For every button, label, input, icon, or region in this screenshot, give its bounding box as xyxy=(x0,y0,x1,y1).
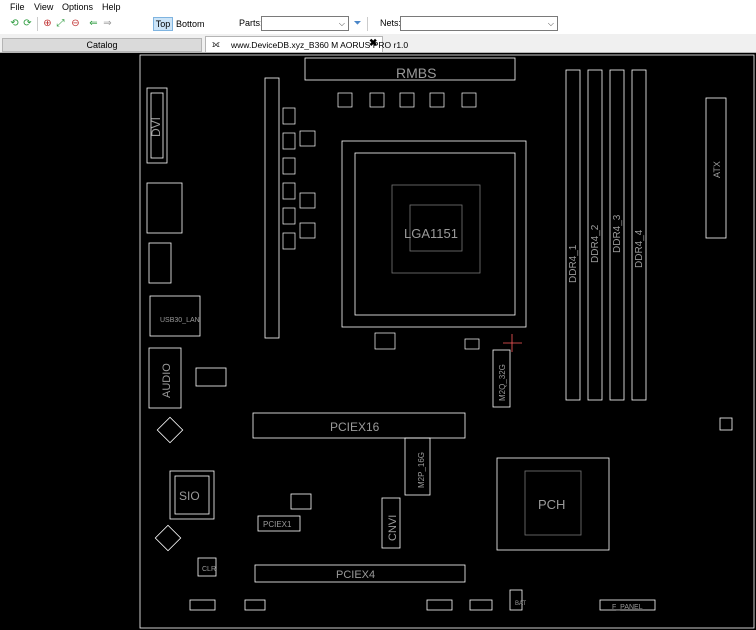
close-icon[interactable]: ✖ xyxy=(369,38,377,49)
toolbar-divider xyxy=(367,17,368,31)
top-layer-button[interactable]: Top xyxy=(153,17,173,31)
label-ddr3: DDR4_3 xyxy=(612,214,623,253)
label-m2p: M2P_16G xyxy=(417,452,426,488)
ddr-slot-1 xyxy=(565,69,581,401)
label-ddr4: DDR4_4 xyxy=(634,229,645,268)
back-arrow-icon[interactable]: ⇐ xyxy=(88,18,99,29)
label-audio: AUDIO xyxy=(161,363,173,398)
label-cnvi: CNVI xyxy=(387,515,399,541)
vrm-components xyxy=(282,92,480,350)
header xyxy=(189,599,216,611)
component xyxy=(290,493,312,510)
label-ddr2: DDR4_2 xyxy=(590,224,601,263)
label-atx: ATX xyxy=(712,161,722,178)
label-ddr1: DDR4_1 xyxy=(568,244,579,283)
rotate-left-icon[interactable]: ⟲ xyxy=(9,18,20,29)
vrm-box xyxy=(299,192,316,209)
component xyxy=(195,367,227,387)
label-lga: LGA1151 xyxy=(404,226,458,241)
label-f-panel: F_PANEL xyxy=(612,604,643,611)
component xyxy=(719,417,733,431)
tab-board-title: www.DeviceDB.xyz_B360 M AORUS PRO r1.0 xyxy=(231,40,409,50)
usb-lan-port xyxy=(149,295,201,337)
parts-label: Parts: xyxy=(239,18,263,28)
vrm-box xyxy=(282,207,296,225)
parts-combobox[interactable]: ⌵ xyxy=(261,16,349,31)
vrm-box xyxy=(464,338,480,350)
nets-combobox[interactable]: ⌵ xyxy=(400,16,558,31)
header xyxy=(426,599,453,611)
label-dvi: DVI xyxy=(149,117,163,137)
label-pch: PCH xyxy=(538,497,565,512)
vrm-box xyxy=(299,130,316,147)
toolbar: ⟲ ⟳ ⊕ ⤢ ⊖ ⇐ ⇒ Top Bottom Parts: ⌵ ⏷ Nets… xyxy=(0,14,756,34)
video-port xyxy=(146,182,183,234)
vrm-strip-left xyxy=(264,77,280,339)
pin-icon[interactable]: ⟗ xyxy=(212,39,220,50)
filter-icon[interactable]: ⏷ xyxy=(352,18,363,29)
menu-help[interactable]: Help xyxy=(102,2,121,12)
header xyxy=(509,589,523,611)
menu-bar: File View Options Help xyxy=(0,0,756,14)
vrm-box xyxy=(399,92,415,108)
forward-arrow-icon[interactable]: ⇒ xyxy=(102,18,113,29)
tab-strip: Catalog ⟗ www.DeviceDB.xyz_B360 M AORUS … xyxy=(0,36,756,53)
label-pciex16: PCIEX16 xyxy=(330,420,380,434)
bottom-layer-button[interactable]: Bottom xyxy=(176,17,205,31)
label-clr: CLR xyxy=(202,566,216,573)
vrm-box xyxy=(299,222,316,239)
component xyxy=(156,416,184,444)
label-m2q: M2Q_32G xyxy=(498,364,507,401)
header xyxy=(244,599,266,611)
menu-view[interactable]: View xyxy=(34,2,53,12)
label-usb-lan: USB30_LAN xyxy=(160,317,200,324)
header xyxy=(469,599,493,611)
zoom-in-icon[interactable]: ⊕ xyxy=(42,18,53,29)
chevron-down-icon[interactable]: ⌵ xyxy=(339,17,345,30)
chevron-down-icon[interactable]: ⌵ xyxy=(548,17,554,30)
vrm-box xyxy=(369,92,385,108)
menu-options[interactable]: Options xyxy=(62,2,93,12)
board-drawing[interactable]: RMBS DVI LGA1151 DDR4_1 DDR4_2 DDR4_3 DD… xyxy=(0,53,756,630)
vrm-box xyxy=(282,132,296,150)
label-pciex1: PCIEX1 xyxy=(263,520,292,529)
label-bat: BAT xyxy=(515,601,527,607)
vrm-box xyxy=(282,157,296,175)
fit-screen-icon[interactable]: ⤢ xyxy=(55,18,66,29)
vrm-box xyxy=(282,182,296,200)
crosshair-cursor xyxy=(503,334,522,352)
hdmi-port xyxy=(148,242,172,284)
tab-board[interactable]: ⟗ www.DeviceDB.xyz_B360 M AORUS PRO r1.0… xyxy=(205,36,408,52)
vrm-box xyxy=(374,332,396,350)
toolbar-divider xyxy=(37,17,38,31)
vrm-box xyxy=(337,92,353,108)
vrm-box xyxy=(461,92,477,108)
label-sio: SIO xyxy=(179,489,200,503)
vrm-box xyxy=(282,232,296,250)
zoom-out-icon[interactable]: ⊖ xyxy=(70,18,81,29)
rotate-right-icon[interactable]: ⟳ xyxy=(22,18,33,29)
menu-file[interactable]: File xyxy=(10,2,25,12)
vrm-box xyxy=(282,107,296,125)
vrm-box xyxy=(429,92,445,108)
label-rmbs: RMBS xyxy=(396,65,436,81)
label-pciex4: PCIEX4 xyxy=(336,569,375,581)
board-viewer[interactable]: RMBS DVI LGA1151 DDR4_1 DDR4_2 DDR4_3 DD… xyxy=(0,53,756,630)
component xyxy=(154,524,182,552)
nets-label: Nets: xyxy=(380,18,402,28)
tab-catalog[interactable]: Catalog xyxy=(2,38,202,52)
